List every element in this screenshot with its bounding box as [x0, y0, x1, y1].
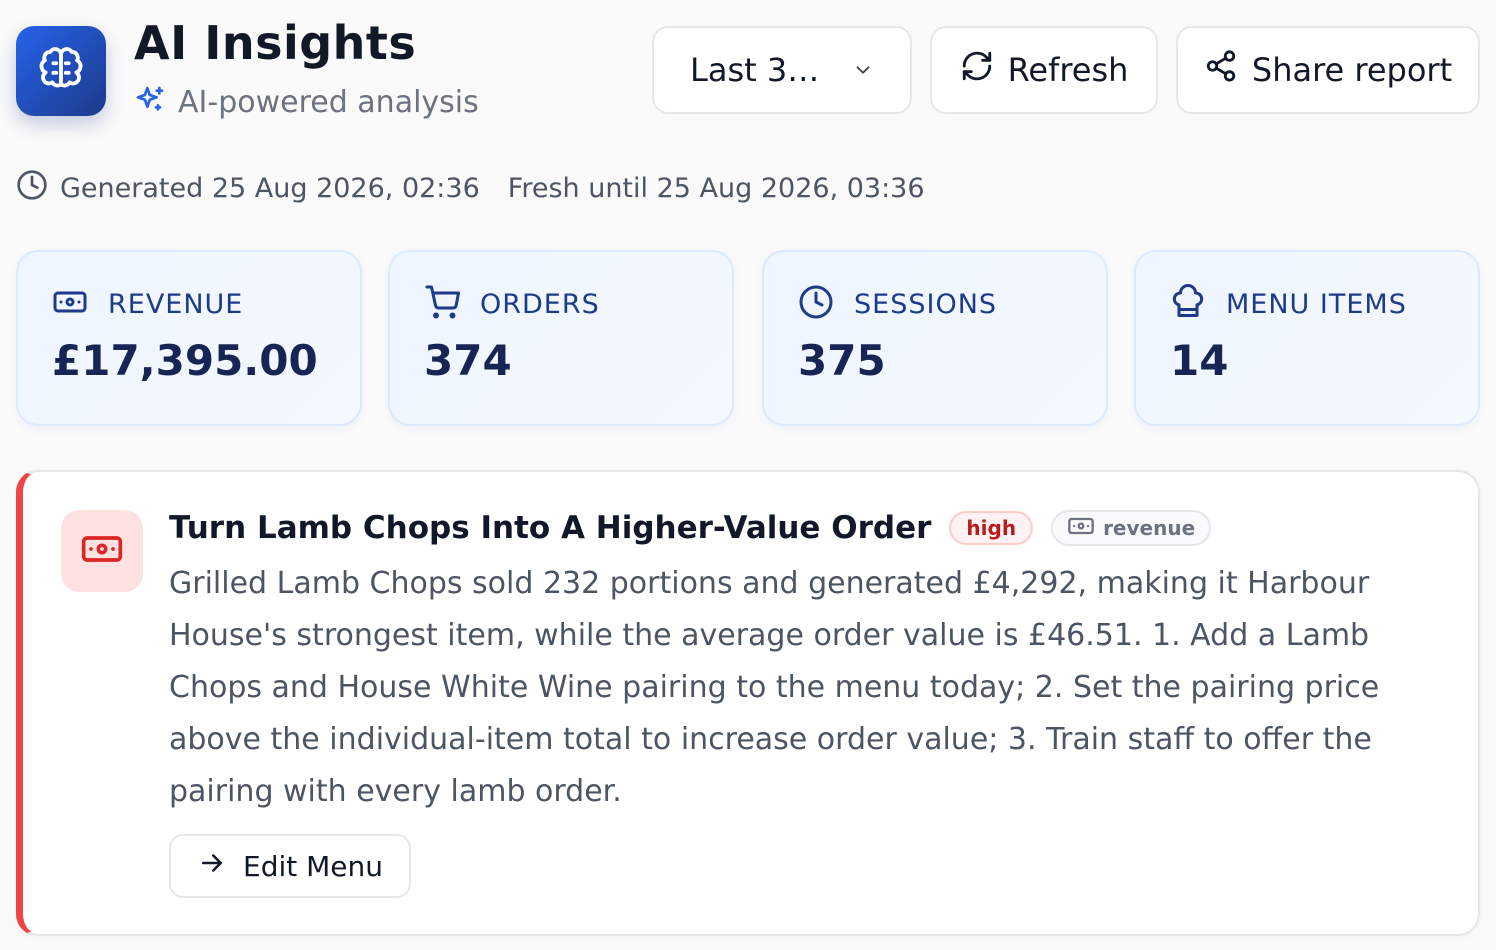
- stat-value: 14: [1170, 336, 1229, 385]
- refresh-icon: [960, 49, 994, 91]
- priority-badge: high: [949, 511, 1034, 545]
- insight-category-icon: [61, 510, 143, 592]
- stat-card-menu-items: MENU ITEMS 14: [1134, 250, 1480, 426]
- generation-meta: Generated 25 Aug 2026, 02:36 Fresh until…: [16, 168, 925, 208]
- stat-card-revenue: REVENUE £17,395.00: [16, 250, 362, 426]
- category-badge: revenue: [1051, 510, 1212, 546]
- generated-timestamp: Generated 25 Aug 2026, 02:36: [60, 172, 480, 204]
- refresh-button-label: Refresh: [1007, 51, 1129, 89]
- chevron-down-icon: [852, 51, 874, 89]
- insight-header: Turn Lamb Chops Into A Higher-Value Orde…: [169, 506, 1212, 550]
- share-icon: [1204, 49, 1238, 91]
- stat-label: ORDERS: [480, 288, 600, 320]
- insight-body: Grilled Lamb Chops sold 232 portions and…: [169, 566, 1380, 809]
- period-select-label: Last 30 days: [690, 51, 838, 89]
- stat-label: REVENUE: [108, 288, 244, 320]
- stat-card-sessions: SESSIONS 375: [762, 250, 1108, 426]
- stat-value: 375: [798, 336, 886, 385]
- banknote-icon: [1067, 512, 1095, 545]
- cart-icon: [424, 284, 460, 324]
- stat-value: £17,395.00: [52, 336, 318, 385]
- page-title: AI Insights: [134, 16, 417, 70]
- period-select[interactable]: Last 30 days: [652, 26, 912, 114]
- stat-label: MENU ITEMS: [1226, 288, 1407, 320]
- sparkles-icon: [134, 84, 166, 120]
- insight-card: Turn Lamb Chops Into A Higher-Value Orde…: [16, 470, 1480, 936]
- arrow-right-icon: [197, 848, 227, 885]
- page-subtitle: AI-powered analysis: [178, 84, 479, 120]
- share-report-button[interactable]: Share report: [1176, 26, 1480, 114]
- stat-card-orders: ORDERS 374: [388, 250, 734, 426]
- chef-hat-icon: [1170, 284, 1206, 324]
- page-header: AI Insights AI-powered analysis Last 30 …: [0, 0, 1496, 140]
- edit-menu-button[interactable]: Edit Menu: [169, 834, 411, 898]
- fresh-until-timestamp: Fresh until 25 Aug 2026, 03:36: [507, 172, 925, 204]
- share-button-label: Share report: [1251, 51, 1453, 89]
- insight-title: Turn Lamb Chops Into A Higher-Value Orde…: [169, 510, 932, 546]
- clock-icon: [798, 284, 834, 324]
- banknote-icon: [52, 284, 88, 324]
- clock-icon: [16, 169, 48, 208]
- stat-label: SESSIONS: [854, 288, 998, 320]
- stat-value: 374: [424, 336, 512, 385]
- subtitle-row: AI-powered analysis: [134, 82, 479, 122]
- category-badge-label: revenue: [1103, 516, 1196, 540]
- refresh-button[interactable]: Refresh: [930, 26, 1158, 114]
- edit-menu-label: Edit Menu: [243, 849, 383, 883]
- app-logo: [16, 26, 106, 116]
- brain-icon: [38, 46, 84, 96]
- banknote-icon: [80, 527, 124, 575]
